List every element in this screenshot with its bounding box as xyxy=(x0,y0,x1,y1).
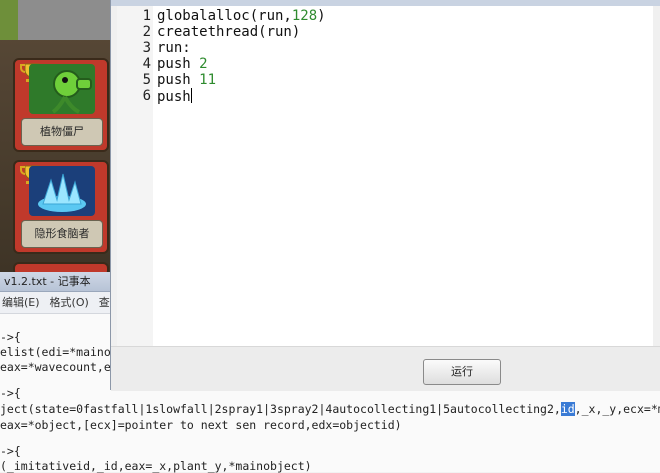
code-line: push 11 xyxy=(157,72,216,88)
editor-button-bar: 运行 xyxy=(111,346,660,391)
code-text: globalalloc(run, xyxy=(157,8,292,24)
line-number: 5 xyxy=(142,72,151,88)
notepad-line: elist(edi=*mainob xyxy=(0,345,118,359)
code-number: 11 xyxy=(199,72,217,88)
line-number: 1 xyxy=(142,8,151,24)
achievement-card[interactable]: 隐形食脑者 xyxy=(13,160,109,254)
notepad-title-bar: v1.2.txt - 记事本 xyxy=(0,272,110,292)
notepad-line: eax=*object,[ecx]=pointer to next sen re… xyxy=(0,418,402,432)
script-editor-window: 1 2 3 4 5 6 globalalloc(run,128) createt… xyxy=(110,0,660,391)
line-number: 3 xyxy=(142,40,151,56)
code-text: run: xyxy=(157,40,191,56)
notepad-line: ->{ xyxy=(0,444,21,458)
menu-edit[interactable]: 编辑(E) xyxy=(2,296,40,309)
stone-tile xyxy=(18,0,110,40)
text-caret xyxy=(190,88,192,103)
achievement-card[interactable]: 植物僵尸 xyxy=(13,58,109,152)
line-number: 2 xyxy=(142,24,151,40)
code-line: push 2 xyxy=(157,56,208,72)
code-text: push xyxy=(157,72,200,88)
code-line: push xyxy=(157,88,192,105)
notepad-menu-bar: 编辑(E) 格式(O) 查看( xyxy=(0,292,110,314)
ice-splash-icon xyxy=(29,166,95,216)
code-line: globalalloc(run,128) xyxy=(157,8,326,24)
notepad-line: (_imitativeid,_id,eax=_x,plant_y,*mainob… xyxy=(0,459,312,473)
line-number: 4 xyxy=(142,56,151,72)
code-text: createthread(run) xyxy=(157,24,301,40)
game-panel: 植物僵尸 隐形食脑者 xyxy=(0,0,110,272)
card-label: 隐形食脑者 xyxy=(21,220,103,248)
line-number-gutter: 1 2 3 4 5 6 xyxy=(117,6,154,346)
code-editor[interactable]: globalalloc(run,128) createthread(run) r… xyxy=(153,6,653,346)
notepad-line: ->{ xyxy=(0,386,21,400)
notepad-line-tail: ,_x,_y,ecx=*ma xyxy=(574,402,660,416)
code-line: createthread(run) xyxy=(157,24,300,40)
notepad-selection: id xyxy=(560,402,575,416)
code-line: run: xyxy=(157,40,191,56)
menu-view[interactable]: 查看( xyxy=(99,296,110,309)
code-text: push xyxy=(157,89,191,105)
code-text: push xyxy=(157,56,200,72)
card-label: 植物僵尸 xyxy=(21,118,103,146)
menu-format[interactable]: 格式(O) xyxy=(50,296,89,309)
achievement-card-partial xyxy=(13,262,109,272)
peashooter-icon xyxy=(29,64,95,114)
notepad-line: eax=*wavecount,e xyxy=(0,360,111,374)
code-number: 128 xyxy=(291,8,318,24)
line-number: 6 xyxy=(142,88,151,104)
run-button[interactable]: 运行 xyxy=(423,359,501,385)
code-text: ) xyxy=(317,8,326,24)
notepad-line: ->{ xyxy=(0,330,21,344)
notepad-line-text: ject(state=0fastfall|1slowfall|2spray1|3… xyxy=(0,402,561,416)
code-number: 2 xyxy=(199,56,208,72)
notepad-line: ject(state=0fastfall|1slowfall|2spray1|3… xyxy=(0,402,660,416)
